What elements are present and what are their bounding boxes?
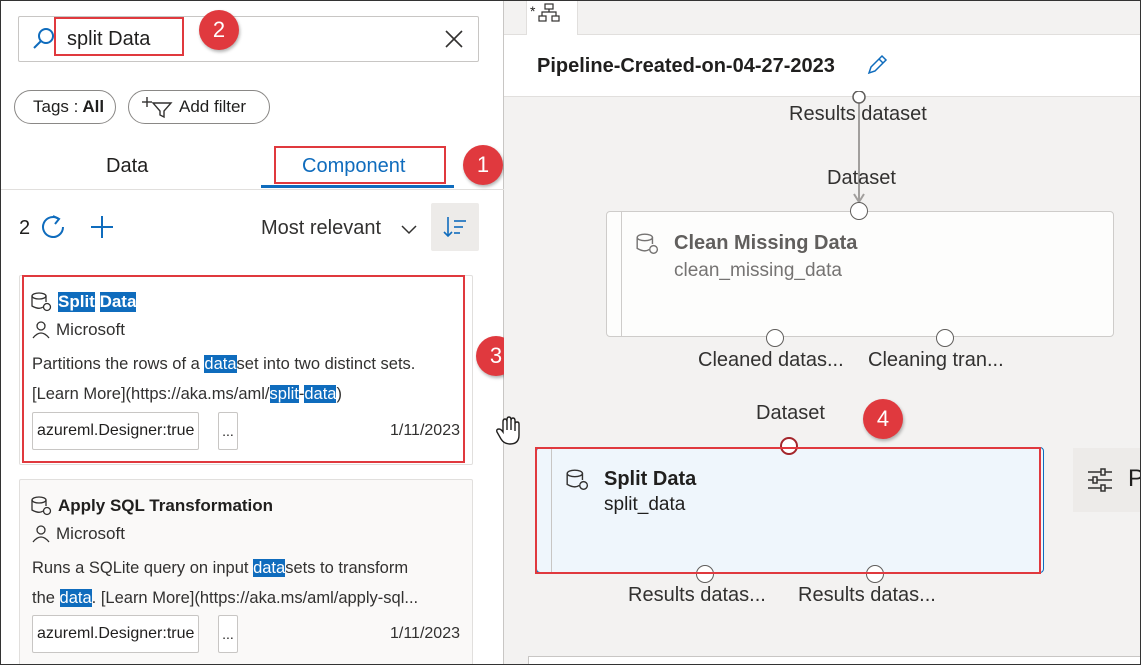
app-frame: split Data Tags : All Add filter Data Co… bbox=[0, 0, 1141, 665]
annotation-badge-1: 1 bbox=[463, 145, 503, 185]
sort-order-icon bbox=[443, 217, 466, 238]
dataset-module-icon bbox=[31, 496, 52, 516]
clear-search-icon[interactable] bbox=[444, 29, 464, 49]
card-date: 1/11/2023 bbox=[390, 625, 460, 642]
card-description: Runs a SQLite query on input datasets to… bbox=[32, 553, 467, 613]
desc-highlight: data bbox=[59, 589, 92, 607]
tab-data[interactable]: Data bbox=[106, 155, 148, 178]
input-port[interactable] bbox=[850, 202, 868, 220]
tags-filter-chip[interactable]: Tags : All bbox=[14, 90, 116, 124]
add-filter-icon bbox=[142, 97, 173, 119]
more-tags-button[interactable]: ... bbox=[218, 615, 238, 653]
tags-value: All bbox=[82, 97, 105, 116]
port-label-cleaning: Cleaning tran... bbox=[868, 349, 1004, 371]
add-filter-button[interactable]: Add filter bbox=[128, 90, 270, 124]
properties-button[interactable]: P bbox=[1073, 448, 1140, 512]
card-publisher: Microsoft bbox=[32, 524, 125, 544]
node-clean-missing-data[interactable]: Clean Missing Data clean_missing_data bbox=[606, 211, 1114, 337]
edit-name-icon[interactable] bbox=[866, 54, 888, 76]
result-count: 2 bbox=[19, 217, 31, 239]
sort-order-button[interactable] bbox=[431, 203, 479, 251]
hand-cursor-icon bbox=[496, 416, 520, 445]
annotation-box-component-tab bbox=[274, 146, 446, 184]
node-title: Clean Missing Data bbox=[674, 232, 858, 254]
port-label-results-out: Results datas... bbox=[798, 584, 936, 606]
person-icon bbox=[32, 525, 50, 543]
port-label-dataset: Dataset bbox=[756, 402, 825, 424]
settings-sliders-icon bbox=[1088, 468, 1112, 492]
publisher-name: Microsoft bbox=[56, 524, 125, 543]
annotation-box-search bbox=[54, 17, 184, 56]
active-tab-indicator bbox=[261, 185, 454, 188]
annotation-box-split-node bbox=[535, 447, 1041, 574]
canvas-header: * Pipeline-Created-on-04-27-2023 bbox=[504, 1, 1140, 97]
card-tag[interactable]: azureml.Designer:true bbox=[32, 615, 200, 653]
asset-library-panel: split Data Tags : All Add filter Data Co… bbox=[1, 1, 516, 664]
desc-highlight: data bbox=[253, 559, 286, 577]
annotation-badge-4: 4 bbox=[863, 399, 903, 439]
unsaved-marker: * bbox=[530, 3, 536, 19]
add-filter-label: Add filter bbox=[179, 97, 247, 116]
output-port[interactable] bbox=[936, 329, 954, 347]
pipeline-tab-strip: * bbox=[504, 1, 1140, 35]
pipeline-icon bbox=[538, 3, 560, 22]
desc-text: . [Learn More](https://aka.ms/aml/apply-… bbox=[91, 589, 419, 607]
port-label-results-out: Results datas... bbox=[628, 584, 766, 606]
pipeline-tab[interactable]: * bbox=[526, 1, 578, 35]
annotation-box-split-card bbox=[22, 275, 465, 463]
add-icon[interactable] bbox=[88, 213, 116, 241]
properties-label: P bbox=[1128, 465, 1140, 493]
bottom-panel-edge bbox=[528, 656, 1140, 664]
pipeline-name: Pipeline-Created-on-04-27-2023 bbox=[537, 55, 835, 77]
tags-label: Tags : bbox=[33, 97, 79, 116]
card-title: Apply SQL Transformation bbox=[30, 495, 273, 517]
node-subtitle: clean_missing_data bbox=[674, 260, 842, 281]
port-label-dataset: Dataset bbox=[827, 167, 896, 189]
port-label-results-dataset: Results dataset bbox=[789, 103, 927, 125]
component-card-apply-sql[interactable]: Apply SQL Transformation Microsoft Runs … bbox=[19, 479, 473, 664]
sort-dropdown[interactable]: Most relevant bbox=[261, 217, 381, 240]
desc-text: sets to transform bbox=[285, 559, 409, 577]
annotation-badge-2: 2 bbox=[199, 10, 239, 50]
desc-text: Runs a SQLite query on input bbox=[32, 559, 254, 577]
card-title-text: Apply SQL Transformation bbox=[58, 496, 274, 515]
output-port[interactable] bbox=[766, 329, 784, 347]
node-bar bbox=[621, 212, 622, 336]
refresh-icon[interactable] bbox=[39, 213, 67, 241]
dataset-module-icon bbox=[636, 233, 659, 254]
port-label-cleaned: Cleaned datas... bbox=[698, 349, 844, 371]
chevron-down-icon[interactable] bbox=[399, 219, 419, 239]
pipeline-canvas[interactable]: * Pipeline-Created-on-04-27-2023 Results… bbox=[504, 1, 1140, 664]
divider bbox=[1, 189, 504, 190]
desc-text: the bbox=[32, 589, 60, 607]
